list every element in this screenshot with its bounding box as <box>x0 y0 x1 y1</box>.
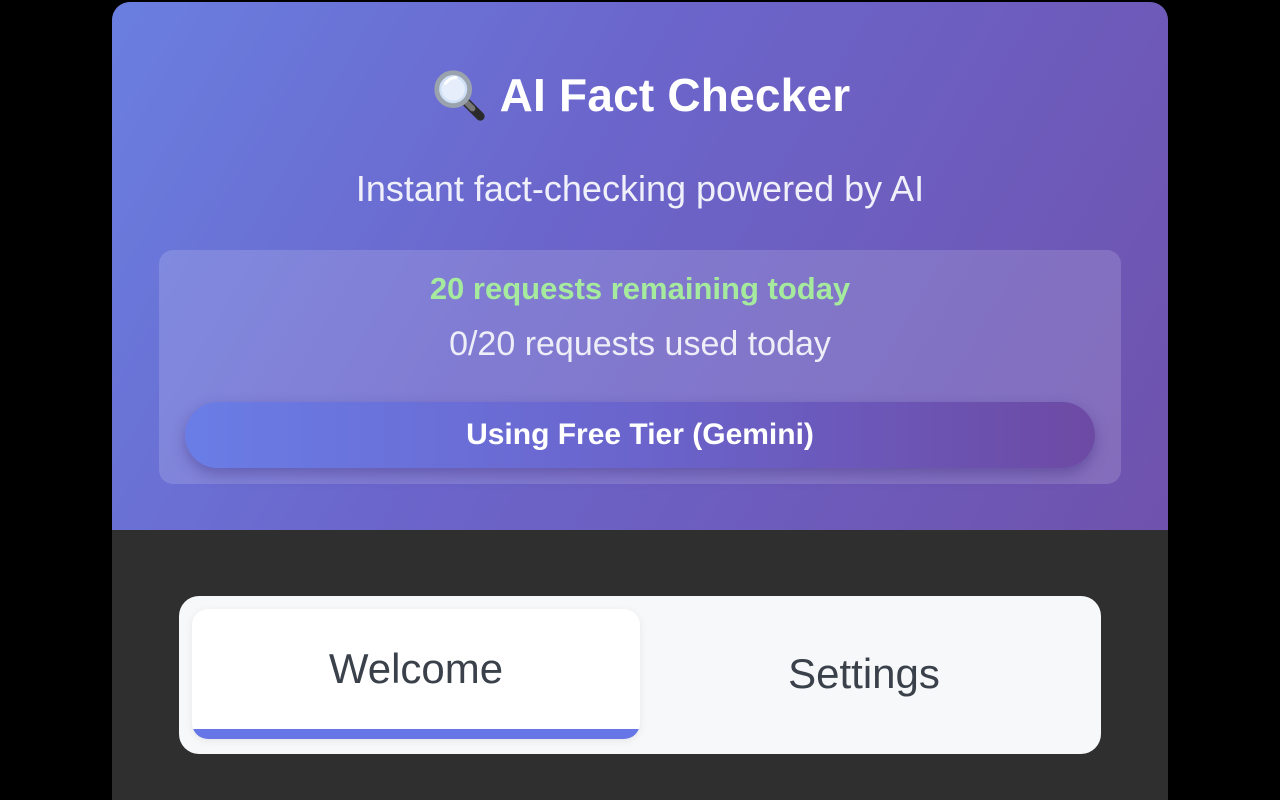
requests-remaining-text: 20 requests remaining today <box>429 271 851 306</box>
active-tab-indicator <box>192 729 640 739</box>
tab-bar: Welcome Settings <box>179 596 1101 754</box>
app-subtitle: Instant fact-checking powered by AI <box>355 168 925 209</box>
tab-settings[interactable]: Settings <box>640 609 1088 739</box>
extension-popup: AI Fact Checker Instant fact-checking po… <box>112 2 1168 800</box>
tab-settings-label: Settings <box>788 650 940 697</box>
magnifying-glass-icon <box>433 70 485 121</box>
app-title: AI Fact Checker <box>499 69 851 121</box>
tier-badge: Using Free Tier (Gemini) <box>185 402 1095 468</box>
usage-panel: 20 requests remaining today 0/20 request… <box>159 250 1121 484</box>
requests-used-text: 0/20 requests used today <box>449 325 831 363</box>
header: AI Fact Checker Instant fact-checking po… <box>112 2 1168 530</box>
tab-welcome-label: Welcome <box>328 645 504 692</box>
title-row: AI Fact Checker <box>112 60 1168 130</box>
tab-welcome[interactable]: Welcome <box>192 609 640 739</box>
